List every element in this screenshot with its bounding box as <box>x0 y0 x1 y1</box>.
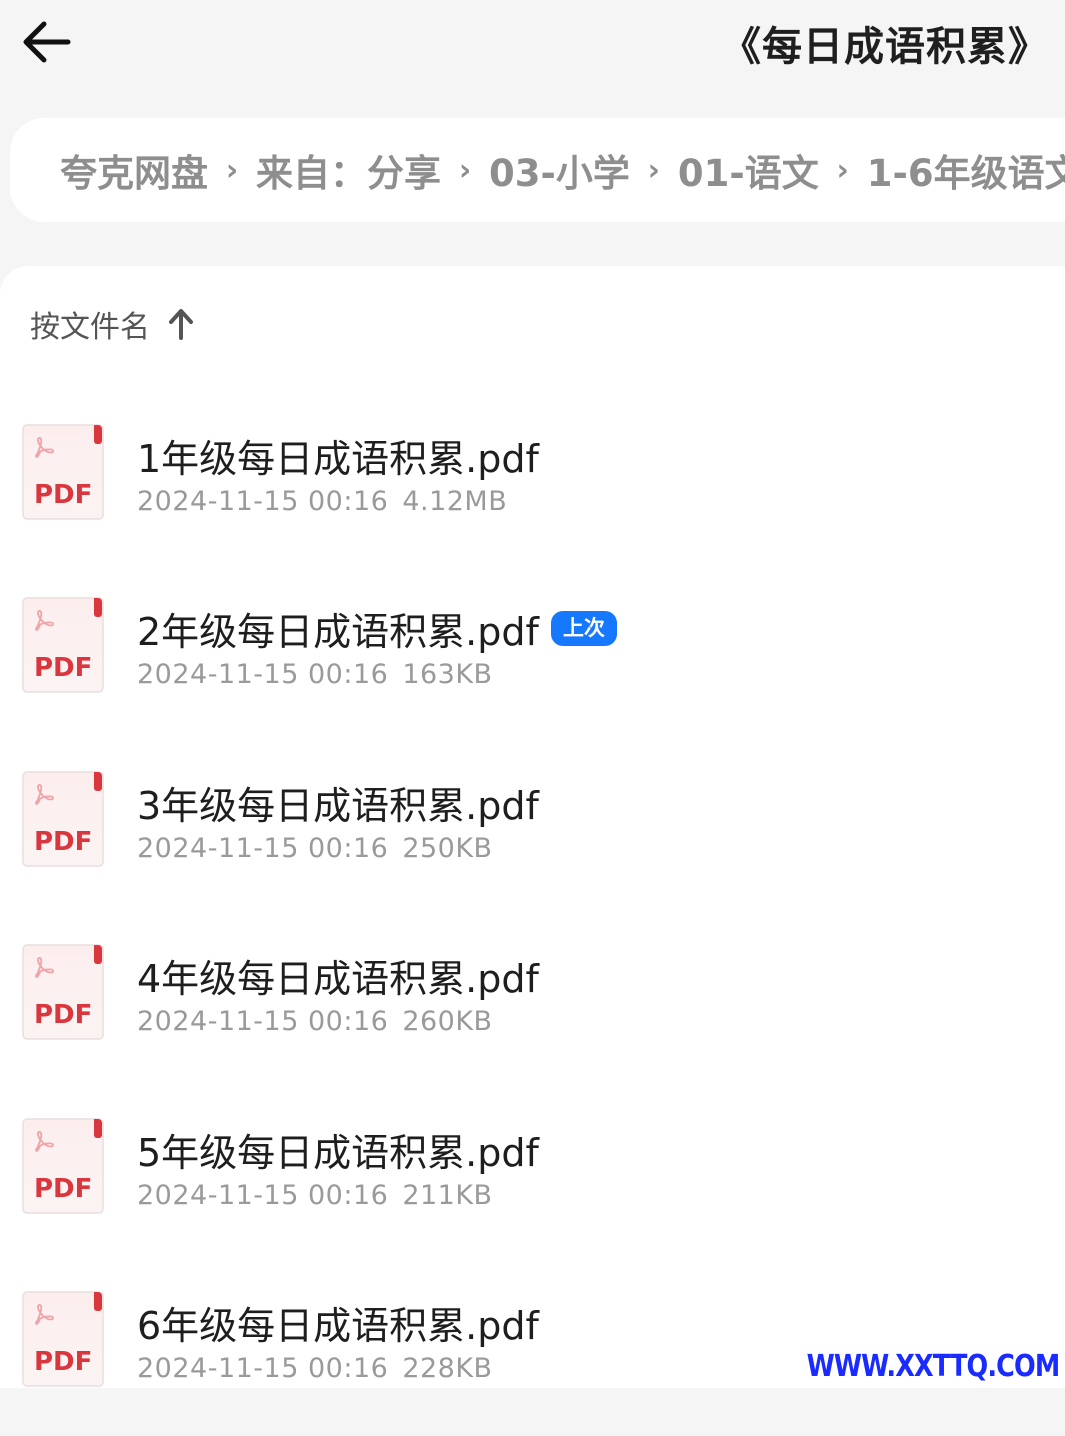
file-name-text: 1年级每日成语积累.pdf <box>137 437 539 481</box>
file-date: 2024-11-15 00:16 <box>137 1006 389 1038</box>
chevron-right-icon: › <box>647 152 661 188</box>
pdf-file-icon: PDF <box>22 1291 104 1387</box>
watermark: WWW.XXTTQ.COM <box>806 1349 1060 1384</box>
file-date: 2024-11-15 00:16 <box>137 1352 389 1384</box>
svg-text:PDF: PDF <box>34 827 92 857</box>
file-size: 228KB <box>402 1352 493 1384</box>
file-name-text: 2年级每日成语积累.pdf <box>137 610 539 655</box>
sort-label: 按文件名 <box>30 310 150 345</box>
svg-text:PDF: PDF <box>34 480 92 510</box>
file-name: 6年级每日成语积累.pdf <box>137 1295 539 1350</box>
file-size: 211KB <box>402 1179 493 1211</box>
pdf-file-icon: PDF <box>22 771 104 867</box>
file-meta: 2024-11-15 00:16 250KB <box>137 833 493 864</box>
svg-text:PDF: PDF <box>34 653 92 683</box>
pdf-file-icon: PDF <box>22 597 104 694</box>
svg-text:PDF: PDF <box>34 1174 92 1204</box>
file-date: 2024-11-15 00:16 <box>137 659 389 691</box>
pdf-file-icon: PDF <box>22 944 104 1040</box>
file-size: 260KB <box>402 1006 493 1038</box>
svg-text:PDF: PDF <box>34 1000 92 1030</box>
file-name: 4年级每日成语积累.pdf <box>137 948 539 1003</box>
chevron-right-icon: › <box>225 152 239 188</box>
file-name: 5年级每日成语积累.pdf <box>137 1122 539 1177</box>
breadcrumb: 夸克网盘 › 来自：分享 › 03-小学 › 01-语文 › 1-6年级语文 <box>10 118 1065 222</box>
file-date: 2024-11-15 00:16 <box>137 832 389 864</box>
pdf-file-icon: PDF <box>22 424 104 520</box>
page-title: 《每日成语积累》 <box>721 24 1049 70</box>
file-name-text: 5年级每日成语积累.pdf <box>137 1130 539 1175</box>
file-name: 2年级每日成语积累.pdf 上次 <box>137 601 617 656</box>
sort-by-name-button[interactable]: 按文件名 <box>30 302 196 346</box>
file-name-text: 6年级每日成语积累.pdf <box>137 1303 539 1348</box>
file-size: 250KB <box>402 832 493 864</box>
back-button[interactable] <box>14 10 78 74</box>
file-row[interactable]: PDF 5年级每日成语积累.pdf 2024-11-15 00:16 211KB <box>0 1090 1065 1263</box>
file-name: 1年级每日成语积累.pdf <box>137 428 539 483</box>
arrow-up-icon <box>169 309 193 340</box>
file-name: 3年级每日成语积累.pdf <box>137 775 539 830</box>
svg-text:PDF: PDF <box>34 1347 92 1377</box>
chevron-right-icon: › <box>458 152 472 188</box>
file-list: PDF 1年级每日成语积累.pdf 2024-11-15 00:16 4.12MB <box>0 396 1065 1436</box>
file-list-panel: 按文件名 PDF 1年级每日成语积累.pdf 2024-11-15 00:16 … <box>0 266 1065 1388</box>
arrow-left-icon <box>23 21 71 63</box>
file-row[interactable]: PDF 1年级每日成语积累.pdf 2024-11-15 00:16 4.12MB <box>0 396 1065 569</box>
file-meta: 2024-11-15 00:16 260KB <box>137 1006 493 1037</box>
file-meta: 2024-11-15 00:16 4.12MB <box>137 486 507 517</box>
file-row[interactable]: PDF 3年级每日成语积累.pdf 2024-11-15 00:16 250KB <box>0 743 1065 916</box>
breadcrumb-item-shared[interactable]: 来自：分享 <box>256 143 441 197</box>
file-meta: 2024-11-15 00:16 228KB <box>137 1353 493 1384</box>
file-row[interactable]: PDF 2年级每日成语积累.pdf 上次 2024-11-15 00:16 163… <box>0 569 1065 742</box>
chevron-right-icon: › <box>836 152 849 188</box>
file-date: 2024-11-15 00:16 <box>137 1179 389 1211</box>
file-size: 163KB <box>402 659 493 691</box>
breadcrumb-item-grade-folder[interactable]: 1-6年级语文 <box>867 143 1065 197</box>
file-name-text: 4年级每日成语积累.pdf <box>137 957 539 1002</box>
file-date: 2024-11-15 00:16 <box>137 486 389 517</box>
file-row[interactable]: PDF 4年级每日成语积累.pdf 2024-11-15 00:16 260KB <box>0 916 1065 1089</box>
file-name-text: 3年级每日成语积累.pdf <box>137 783 539 828</box>
breadcrumb-item-chinese[interactable]: 01-语文 <box>678 143 819 197</box>
breadcrumb-item-primary[interactable]: 03-小学 <box>489 143 630 197</box>
file-meta: 2024-11-15 00:16 163KB <box>137 659 493 690</box>
last-opened-badge: 上次 <box>550 611 617 647</box>
pdf-file-icon: PDF <box>22 1117 104 1214</box>
breadcrumb-item-quark-drive[interactable]: 夸克网盘 <box>60 143 208 197</box>
file-meta: 2024-11-15 00:16 211KB <box>137 1180 493 1211</box>
file-size: 4.12MB <box>402 486 508 517</box>
top-bar: 《每日成语积累》 <box>0 0 1065 110</box>
